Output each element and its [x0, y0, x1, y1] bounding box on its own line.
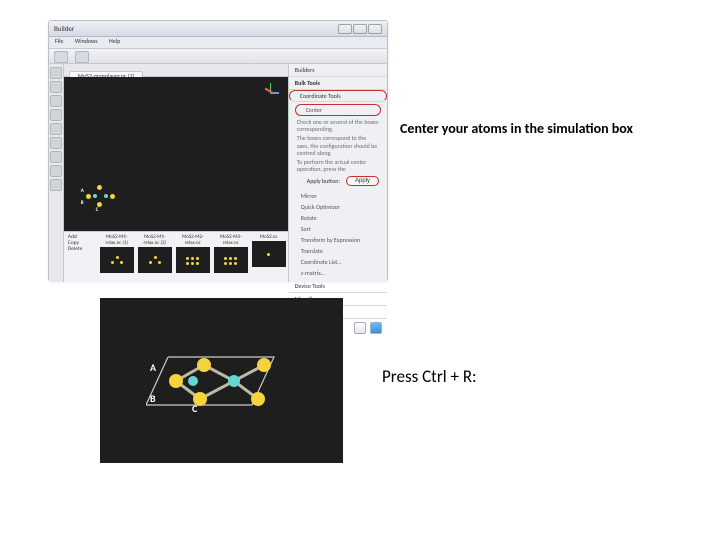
tool-icon[interactable] — [50, 67, 62, 79]
tool-icon[interactable] — [50, 137, 62, 149]
panel-item-rotate[interactable]: Rotate — [289, 212, 387, 223]
apply-button[interactable]: Apply — [346, 176, 379, 186]
window-controls — [338, 24, 382, 34]
tool-icon[interactable] — [50, 109, 62, 121]
nav-back-icon[interactable] — [354, 322, 366, 334]
panel-item-center[interactable]: Center — [295, 104, 381, 116]
toolbar-icon[interactable] — [75, 51, 89, 63]
panel-builders-header[interactable]: Builders — [289, 64, 387, 77]
tool-icon[interactable] — [50, 179, 62, 191]
stash-item[interactable]: MoS2.nc — [252, 234, 286, 282]
menu-file[interactable]: File — [55, 37, 64, 45]
stash-ops: Add Copy Delete — [64, 232, 98, 282]
panel-desc: The boxes correspond to the axes, the co… — [289, 134, 387, 158]
app-title: Builder — [54, 24, 74, 33]
top-toolbar — [49, 49, 387, 64]
press-ctrl-r-caption: Press Ctrl + R: — [382, 366, 477, 387]
axis-label-b: B — [150, 392, 156, 405]
menu-windows[interactable]: Windows — [75, 37, 98, 45]
tool-icon[interactable] — [50, 165, 62, 177]
orientation-axes — [260, 82, 280, 102]
maximize-button[interactable] — [353, 24, 367, 34]
panel-device-tools-header[interactable]: Device Tools — [289, 280, 387, 293]
panel-desc: Check one or several of the boxes corres… — [289, 118, 387, 134]
panel-item-translate[interactable]: Translate — [289, 245, 387, 256]
title-bar: Builder — [49, 21, 387, 37]
stash-item[interactable]: MoS2-M1-relax.nc (2) — [138, 234, 172, 282]
axis-label-c: C — [192, 402, 197, 415]
molecule-zoom — [146, 353, 296, 423]
panel-item-quick-optimizer[interactable]: Quick Optimizer — [289, 201, 387, 212]
panel-desc: To perform the actual center operation, … — [289, 158, 387, 174]
tool-icon[interactable] — [50, 151, 62, 163]
viewport-tabs: MoS2-monolayer.nc (1) — [64, 64, 288, 77]
panel-bulk-tools-header[interactable]: Bulk Tools — [289, 77, 387, 90]
builder-window: Builder File Windows Help MoS2-monolayer… — [48, 20, 388, 281]
panel-item-coordinate-list[interactable]: Coordinate List… — [289, 256, 387, 267]
menu-bar: File Windows Help — [49, 37, 387, 49]
viewport-3d[interactable]: A B C — [64, 77, 288, 231]
panel-coordinate-tools-header[interactable]: Coordinate Tools — [289, 90, 387, 102]
stash-item[interactable]: MoS2-M1-relax.nc (1) — [100, 234, 134, 282]
nav-forward-icon[interactable] — [370, 322, 382, 334]
toolbar-icon[interactable] — [54, 51, 68, 63]
panel-item-mirror[interactable]: Mirror — [289, 190, 387, 201]
zoom-viewport: A B C — [100, 298, 343, 463]
apply-row: Apply button: Apply — [289, 174, 387, 188]
tool-icon[interactable] — [50, 123, 62, 135]
axis-label-a: A — [150, 361, 156, 374]
left-toolbar — [49, 64, 64, 282]
close-button[interactable] — [368, 24, 382, 34]
panel-item-transform[interactable]: Transform by Expression — [289, 234, 387, 245]
minimize-button[interactable] — [338, 24, 352, 34]
stash-item[interactable]: MoS2-M3-relax.nc — [214, 234, 248, 282]
tool-icon[interactable] — [50, 81, 62, 93]
tool-icon[interactable] — [50, 95, 62, 107]
stash-delete[interactable]: Delete — [68, 246, 98, 252]
panel-item-sort[interactable]: Sort — [289, 223, 387, 234]
menu-help[interactable]: Help — [109, 37, 120, 45]
panel-item-z-matrix[interactable]: z-matrix… — [289, 267, 387, 278]
stash-item[interactable]: MoS2-M2-relax.nc — [176, 234, 210, 282]
right-panel: Builders Bulk Tools Coordinate Tools Cen… — [288, 64, 387, 282]
center-atoms-caption: Center your atoms in the simulation box — [400, 120, 633, 137]
stash-panel: Add Copy Delete MoS2-M1-relax.nc (1) MoS… — [64, 231, 288, 282]
